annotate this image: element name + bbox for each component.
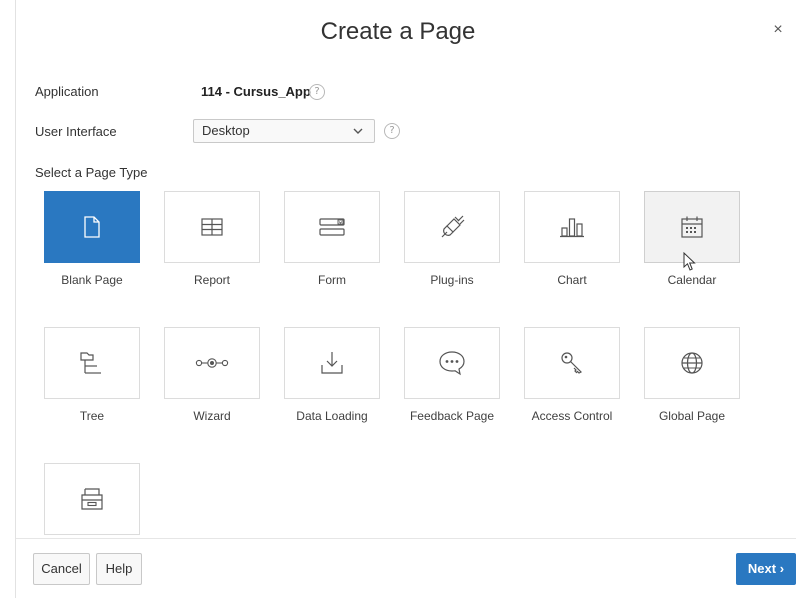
tile-data-loading[interactable]	[284, 327, 380, 399]
tile-report[interactable]	[164, 191, 260, 263]
tile-form[interactable]	[284, 191, 380, 263]
tile-label-form: Form	[318, 273, 346, 287]
help-button[interactable]: Help	[96, 553, 142, 585]
report-table-icon	[200, 217, 224, 237]
tile-access-control[interactable]	[524, 327, 620, 399]
tile-chart[interactable]	[524, 191, 620, 263]
close-button[interactable]: ×	[768, 20, 788, 40]
user-interface-help-icon[interactable]: ?	[384, 123, 400, 139]
globe-icon	[680, 351, 704, 375]
tile-archive[interactable]	[44, 463, 140, 535]
dialog-title: Create a Page	[320, 18, 476, 45]
tree-icon	[79, 350, 105, 376]
tile-label-data-loading: Data Loading	[296, 409, 368, 423]
tile-wizard[interactable]	[164, 327, 260, 399]
application-value: 114 - Cursus_App	[201, 84, 311, 99]
cancel-button[interactable]: Cancel	[33, 553, 90, 585]
application-label: Application	[35, 84, 99, 99]
tile-label-plug-ins: Plug-ins	[430, 273, 474, 287]
bar-chart-icon	[559, 216, 585, 238]
application-help-icon[interactable]: ?	[309, 84, 325, 100]
archive-box-icon	[79, 486, 105, 512]
wizard-steps-icon	[195, 356, 229, 370]
tile-global-page[interactable]	[644, 327, 740, 399]
user-interface-select[interactable]: Desktop	[193, 119, 375, 143]
blank-page-icon	[82, 216, 102, 238]
download-tray-icon	[319, 350, 345, 376]
tile-label-access-control: Access Control	[531, 409, 613, 423]
tile-label-wizard: Wizard	[193, 409, 231, 423]
calendar-icon	[680, 215, 704, 239]
left-border	[15, 0, 16, 598]
tile-feedback-page[interactable]	[404, 327, 500, 399]
tile-label-feedback-page: Feedback Page	[409, 409, 495, 423]
speech-bubble-icon	[437, 349, 467, 377]
next-button[interactable]: Next ›	[736, 553, 796, 585]
tile-label-tree: Tree	[79, 409, 105, 423]
tile-plug-ins[interactable]	[404, 191, 500, 263]
tile-label-report: Report	[193, 273, 231, 287]
mouse-pointer-icon	[683, 252, 697, 272]
chevron-right-icon: ›	[779, 561, 785, 576]
key-icon	[559, 350, 585, 376]
user-interface-label: User Interface	[35, 124, 117, 139]
tile-label-calendar: Calendar	[667, 273, 717, 287]
next-button-label: Next	[747, 561, 777, 576]
chevron-down-icon	[352, 120, 364, 142]
tile-label-chart: Chart	[557, 273, 587, 287]
tile-blank-page[interactable]	[44, 191, 140, 263]
form-icon	[318, 216, 346, 238]
tile-tree[interactable]	[44, 327, 140, 399]
tile-label-blank-page: Blank Page	[61, 273, 123, 287]
page-type-section-label: Select a Page Type	[35, 165, 148, 180]
create-page-dialog: Create a Page × Application 114 - Cursus…	[0, 0, 796, 598]
tile-label-global-page: Global Page	[658, 409, 726, 423]
plug-icon	[438, 213, 466, 241]
user-interface-selected-value: Desktop	[202, 123, 250, 138]
